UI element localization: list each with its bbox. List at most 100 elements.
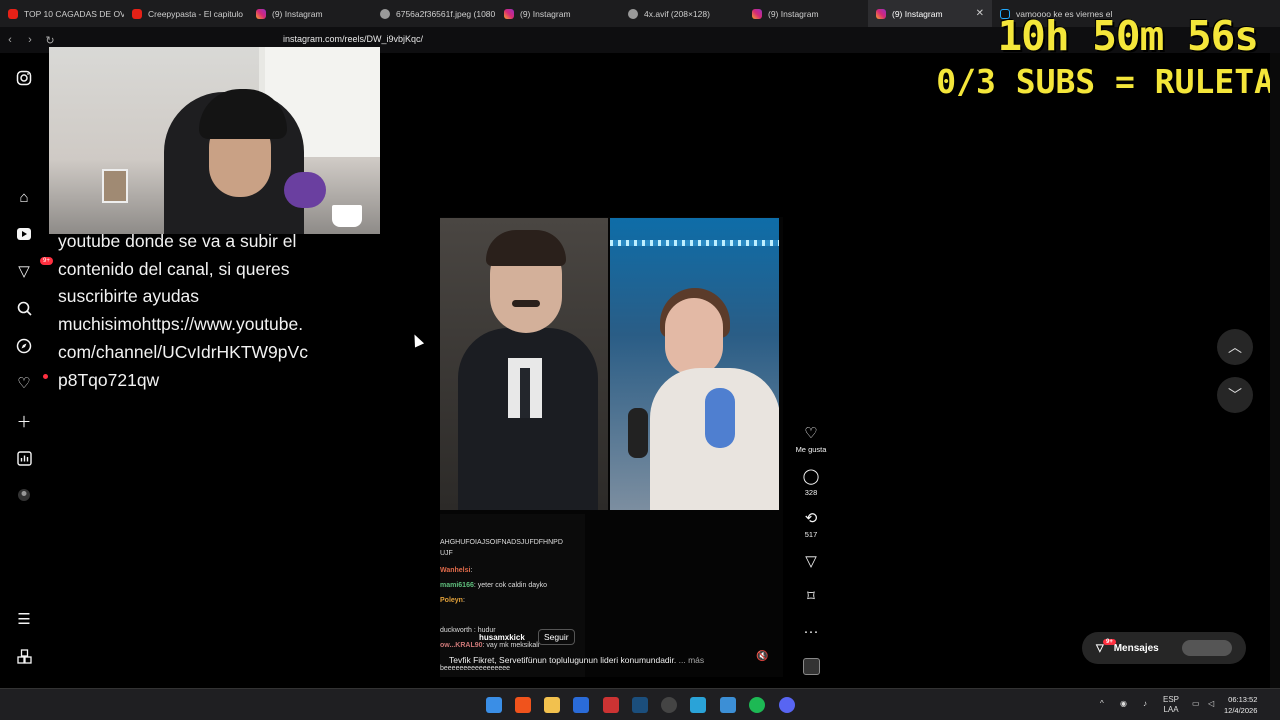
browser-tab[interactable]: 4x.avif (208×128) xyxy=(620,0,744,27)
browser-tab[interactable]: 6756a2f36561f.jpeg (1080 xyxy=(372,0,496,27)
chat-text: beeeeeeeeeeeeeeeee xyxy=(440,665,511,672)
video-left-pane xyxy=(440,218,608,510)
youtube-icon xyxy=(132,8,142,19)
heart-icon[interactable]: ♡ xyxy=(14,373,48,393)
clock-date: 12/4/2026 xyxy=(1224,706,1258,715)
mouse-cursor xyxy=(409,332,425,348)
chat-text: : yeter cok caldin dayko xyxy=(473,582,548,589)
browser-tab[interactable]: Creepypasta - El capitulo xyxy=(124,0,248,27)
browser-tab[interactable]: TOP 10 CAGADAS DE OVE xyxy=(0,0,124,27)
notifications-icon[interactable]: ▽ 9+ xyxy=(14,257,53,281)
chat-text: AHGHUFOIAJSOIFNADSJUFDFHNPD xyxy=(440,539,563,546)
chat-username: mami6166 xyxy=(440,582,474,589)
notification-dot xyxy=(43,374,48,379)
previous-reel-button[interactable]: ︿ xyxy=(1217,329,1253,365)
forward-icon[interactable]: › xyxy=(20,34,40,46)
reel-author[interactable]: husamxkick xyxy=(479,633,525,642)
stream-subs-goal: 0/3 SUBS = RULETA xyxy=(936,62,1274,101)
app-icon[interactable] xyxy=(690,697,706,713)
page-scrollbar[interactable] xyxy=(1270,53,1280,688)
chevron-up-icon: ︿ xyxy=(1228,339,1242,355)
obs-icon[interactable] xyxy=(661,697,677,713)
network-icon[interactable]: ◉ xyxy=(1120,699,1127,708)
reel-video[interactable]: AHGHUFOIAJSOIFNADSJUFDFHNPD UJF Wanhelsi… xyxy=(440,65,783,677)
tab-label: TOP 10 CAGADAS DE OVE xyxy=(24,8,124,19)
url-field[interactable]: instagram.com/reels/DW_i9vbjKqc/ xyxy=(283,34,423,44)
instagram-logo-icon[interactable] xyxy=(14,68,34,88)
bookmark-icon: ⌑ xyxy=(807,588,815,605)
apps-icon[interactable] xyxy=(14,646,34,666)
create-icon[interactable]: ＋ xyxy=(14,411,34,431)
steam-icon[interactable] xyxy=(632,697,648,713)
description-link[interactable]: muchisimohttps://www.youtube. xyxy=(58,311,358,339)
chat-text: : xyxy=(462,597,465,604)
language-sub-label: LAA xyxy=(1163,705,1179,714)
chat-line: beeeeeeeeeeeeeeeee xyxy=(440,665,510,672)
caption-more-link[interactable]: ... más xyxy=(679,655,705,665)
browser-tab[interactable]: (9) Instagram xyxy=(248,0,372,27)
save-button[interactable]: ⌑ xyxy=(793,588,829,606)
suit xyxy=(458,328,598,510)
home-icon[interactable]: ⌂ xyxy=(14,187,34,207)
audio-thumbnail[interactable] xyxy=(803,658,820,675)
explore-icon[interactable] xyxy=(14,336,34,356)
description-link[interactable]: com/channel/UCvIdrHKTW9pVc xyxy=(58,339,358,367)
messages-button[interactable]: ▽ 9+ Mensajes xyxy=(1082,632,1246,664)
close-icon[interactable]: ✕ xyxy=(976,8,984,19)
reel-caption: Tevfik Fikret, Servetifünun toplulugunun… xyxy=(449,655,704,665)
mute-icon[interactable]: 🔇 xyxy=(756,651,768,662)
reel-description: youtube donde se va a subir el contenido… xyxy=(58,228,358,394)
comment-button[interactable]: ◯ 328 xyxy=(793,468,829,497)
share-icon: ▽ xyxy=(805,553,817,570)
woman-head xyxy=(665,298,723,376)
repost-icon: ⟲ xyxy=(804,510,818,527)
chat-username: ow...KRAL90 xyxy=(440,642,483,649)
brave-icon[interactable] xyxy=(515,697,531,713)
messages-label: Mensajes xyxy=(1113,642,1159,654)
browser-tab[interactable]: (9) Instagram xyxy=(496,0,620,27)
youtube-icon xyxy=(8,8,18,19)
menu-icon[interactable]: ☰ xyxy=(14,609,34,629)
follow-button[interactable]: Seguir xyxy=(538,629,575,645)
repost-button[interactable]: ⟲ 517 xyxy=(793,510,829,539)
language-label: ESP xyxy=(1163,695,1180,704)
file-explorer-icon[interactable] xyxy=(544,697,560,713)
system-clock[interactable]: 06:13:52 12/4/2026 xyxy=(1224,694,1257,716)
chevron-down-icon: ﹀ xyxy=(1228,387,1242,403)
messages-icon: ▽ xyxy=(1096,642,1104,654)
next-reel-button[interactable]: ﹀ xyxy=(1217,377,1253,413)
browser-tab-active[interactable]: (9) Instagram ✕ xyxy=(868,0,992,27)
microphone xyxy=(628,408,648,458)
chevron-up-icon[interactable]: ^ xyxy=(1100,699,1104,708)
reload-icon[interactable]: ↻ xyxy=(40,34,60,47)
spotify-icon[interactable] xyxy=(749,697,765,713)
chat-line: UJF xyxy=(440,550,453,557)
messages-avatars xyxy=(1182,640,1232,656)
profile-avatar[interactable] xyxy=(14,485,34,505)
notepad-icon[interactable] xyxy=(720,697,736,713)
chat-username: Poleyn xyxy=(440,597,463,604)
clock-time: 06:13:52 xyxy=(1228,695,1258,704)
chat-line: Poleyn: xyxy=(440,597,465,604)
notifications-badge: 9+ xyxy=(40,257,53,265)
search-icon[interactable] xyxy=(14,298,34,318)
language-indicator[interactable]: ESP LAA xyxy=(1163,695,1179,715)
bing-icon[interactable] xyxy=(573,697,589,713)
microphone-icon[interactable]: ♪ xyxy=(1143,699,1147,708)
display-icon[interactable]: ▭ xyxy=(1192,699,1200,708)
app-icon[interactable] xyxy=(603,697,619,713)
more-options-button[interactable]: ··· xyxy=(793,623,829,641)
browser-tab[interactable]: (9) Instagram xyxy=(744,0,868,27)
like-button[interactable]: ♡ Me gusta xyxy=(793,425,829,454)
discord-icon[interactable] xyxy=(779,697,795,713)
back-icon[interactable]: ‹ xyxy=(0,34,20,46)
share-button[interactable]: ▽ xyxy=(793,553,829,571)
mustache xyxy=(512,300,540,307)
description-line: youtube donde se va a subir el xyxy=(58,231,297,251)
start-icon[interactable] xyxy=(486,697,502,713)
dashboard-icon[interactable] xyxy=(14,448,34,468)
description-link[interactable]: p8Tqo721qw xyxy=(58,367,358,395)
volume-icon[interactable]: ◁ xyxy=(1208,699,1214,708)
reels-icon[interactable] xyxy=(14,224,34,244)
video-letterbox xyxy=(440,65,783,217)
